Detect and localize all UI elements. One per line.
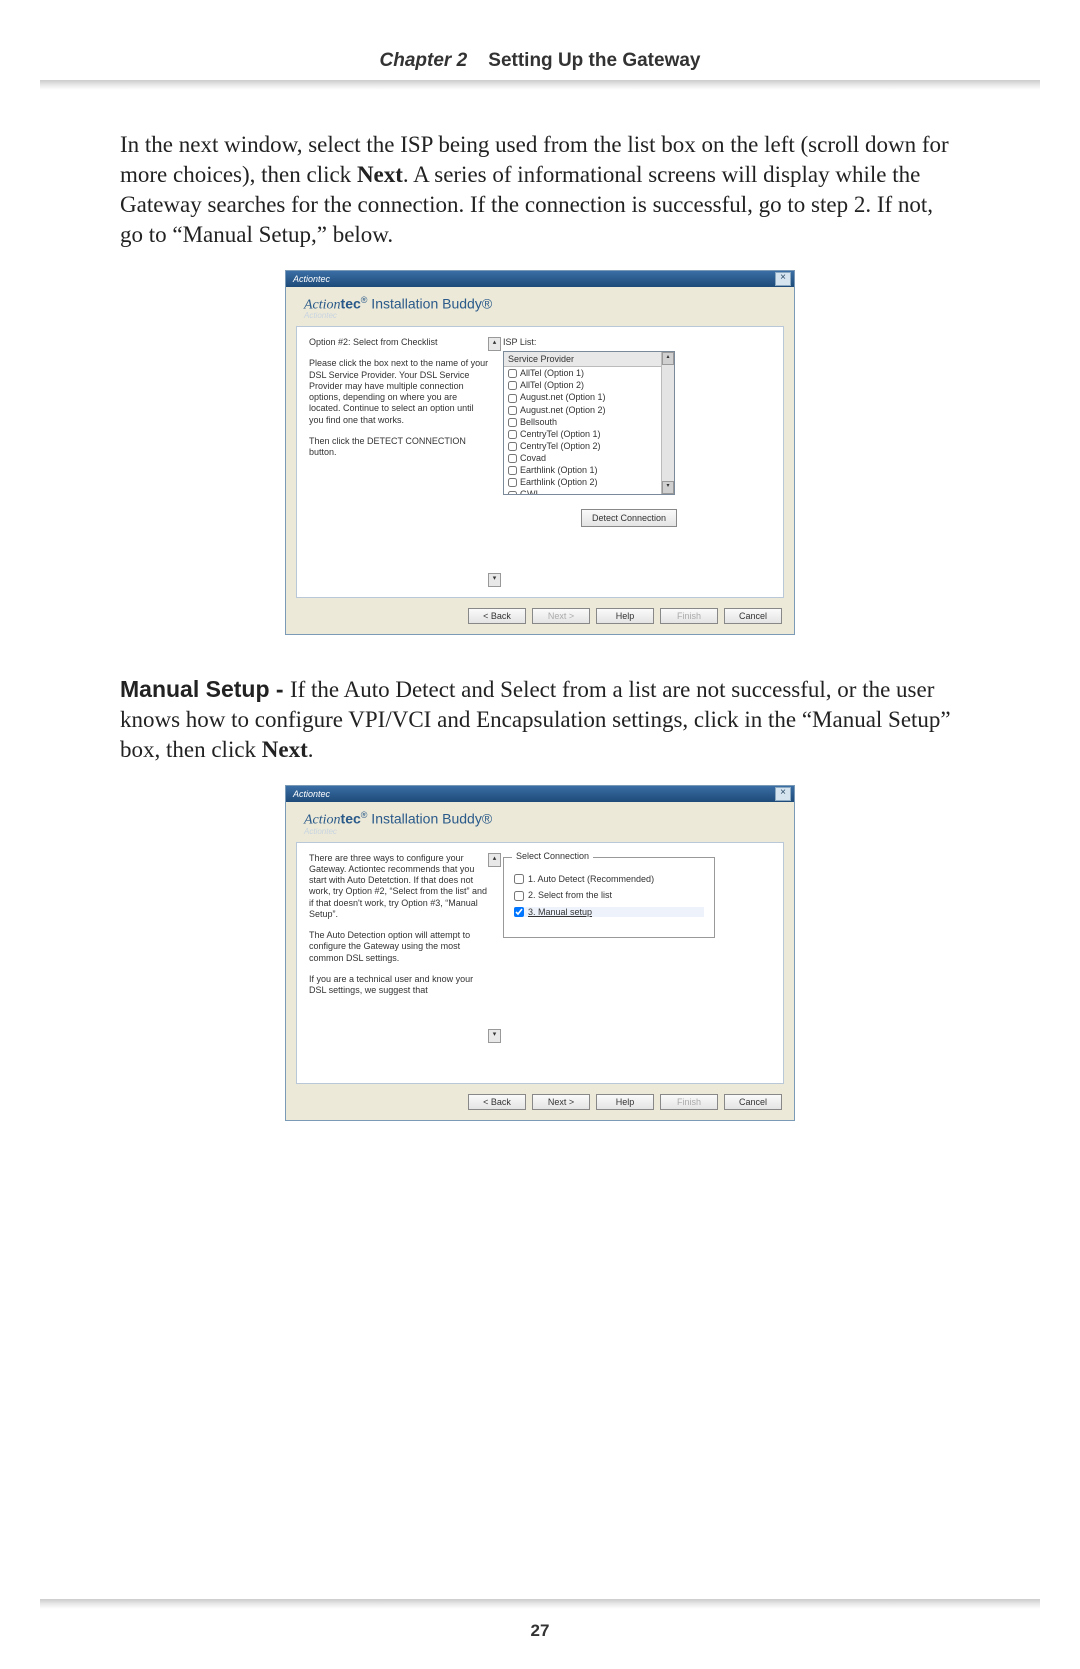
isp-checkbox[interactable] [508, 394, 517, 403]
finish-button[interactable]: Finish [660, 1094, 718, 1110]
text-next: Next [262, 737, 308, 762]
fieldset-legend: Select Connection [512, 851, 593, 861]
page: Chapter 2 Setting Up the Gateway In the … [0, 0, 1080, 1669]
scroll-up-icon[interactable]: ▴ [662, 352, 674, 365]
option-select-list[interactable]: 2. Select from the list [514, 890, 704, 901]
help-button[interactable]: Help [596, 608, 654, 624]
cancel-button[interactable]: Cancel [724, 1094, 782, 1110]
isp-listbox[interactable]: Service Provider AllTel (Option 1) AllTe… [503, 351, 675, 495]
option-manual-setup[interactable]: 3. Manual setup [514, 907, 704, 918]
header-rule [40, 80, 1040, 90]
scroll-up-icon[interactable]: ▴ [488, 853, 501, 867]
titlebar: Actiontec × [286, 786, 794, 802]
next-button[interactable]: Next > [532, 1094, 590, 1110]
scroll-down-icon[interactable]: ▾ [662, 481, 674, 494]
isp-panel: ISP List: Service Provider AllTel (Optio… [503, 337, 771, 587]
option-checkbox[interactable] [514, 891, 524, 901]
page-number: 27 [0, 1621, 1080, 1641]
brand-tec: tec [341, 295, 361, 311]
scroll-down-icon[interactable]: ▾ [488, 1029, 501, 1043]
brand-suffix: Installation Buddy® [367, 811, 492, 827]
isp-checkbox[interactable] [508, 430, 517, 439]
back-button[interactable]: < Back [468, 1094, 526, 1110]
list-header: Service Provider [504, 352, 674, 367]
isp-checkbox[interactable] [508, 369, 517, 378]
isp-checkbox[interactable] [508, 406, 517, 415]
titlebar-label: Actiontec [289, 274, 330, 284]
finish-button[interactable]: Finish [660, 608, 718, 624]
cancel-button[interactable]: Cancel [724, 608, 782, 624]
screenshot-2: Actiontec × Actiontec® Installation Budd… [285, 785, 795, 1121]
screenshot-1: Actiontec × Actiontec® Installation Budd… [285, 270, 795, 636]
chapter-header: Chapter 2 Setting Up the Gateway [0, 0, 1080, 72]
isp-checkbox[interactable] [508, 491, 517, 496]
option-checkbox[interactable] [514, 907, 524, 917]
list-item: August.net (Option 1) [504, 391, 674, 403]
chapter-label: Chapter 2 [380, 50, 468, 71]
text: VPI [348, 707, 385, 732]
manual-setup-label: Manual Setup - [120, 676, 290, 702]
brand-action: Action [304, 813, 341, 828]
isp-checkbox[interactable] [508, 466, 517, 475]
paragraph-1: In the next window, select the ISP being… [120, 130, 960, 250]
option-auto-detect[interactable]: 1. Auto Detect (Recommended) [514, 874, 704, 885]
installer-window: Actiontec × Actiontec® Installation Budd… [285, 270, 795, 636]
list-item: Bellsouth [504, 416, 674, 428]
button-row: < Back Next > Help Finish Cancel [286, 1094, 794, 1120]
list-item: GWI [504, 488, 674, 495]
instruction-text: Then click the DETECT CONNECTION button. [309, 436, 489, 459]
list-item: Earthlink (Option 2) [504, 476, 674, 488]
footer-rule [40, 1599, 1040, 1609]
close-icon[interactable]: × [775, 787, 791, 801]
titlebar-label: Actiontec [289, 789, 330, 799]
help-button[interactable]: Help [596, 1094, 654, 1110]
isp-list-label: ISP List: [503, 337, 771, 347]
next-button[interactable]: Next > [532, 608, 590, 624]
list-item: AllTel (Option 2) [504, 379, 674, 391]
instruction-text: There are three ways to configure your G… [309, 853, 489, 921]
isp-checkbox[interactable] [508, 454, 517, 463]
list-item: Earthlink (Option 1) [504, 464, 674, 476]
content-area: ▴ There are three ways to configure your… [296, 842, 784, 1084]
list-item: AllTel (Option 1) [504, 367, 674, 379]
instruction-text: Please click the box next to the name of… [309, 358, 489, 426]
brand-tec: tec [341, 811, 361, 827]
brand-suffix: Installation Buddy® [367, 295, 492, 311]
text-next: Next [357, 162, 403, 187]
detect-connection-button[interactable]: Detect Connection [581, 509, 677, 527]
content-area: ▴ Option #2: Select from Checklist Pleas… [296, 326, 784, 598]
paragraph-2: Manual Setup - If the Auto Detect and Se… [120, 675, 960, 765]
isp-checkbox[interactable] [508, 381, 517, 390]
option-heading: Option #2: Select from Checklist [309, 337, 489, 348]
instruction-text: If you are a technical user and know you… [309, 974, 489, 997]
instructions-panel: ▴ There are three ways to configure your… [309, 853, 489, 1043]
close-icon[interactable]: × [775, 272, 791, 286]
isp-checkbox[interactable] [508, 418, 517, 427]
option-checkbox[interactable] [514, 874, 524, 884]
select-connection-fieldset: Select Connection 1. Auto Detect (Recomm… [503, 857, 715, 939]
button-row: < Back Next > Help Finish Cancel [286, 608, 794, 634]
brand-action: Action [304, 297, 341, 312]
installer-window: Actiontec × Actiontec® Installation Budd… [285, 785, 795, 1121]
instruction-text: The Auto Detection option will attempt t… [309, 930, 489, 964]
back-button[interactable]: < Back [468, 608, 526, 624]
text: . [308, 737, 314, 762]
titlebar: Actiontec × [286, 271, 794, 287]
list-item: CentryTel (Option 1) [504, 428, 674, 440]
list-item: CentryTel (Option 2) [504, 440, 674, 452]
isp-checkbox[interactable] [508, 478, 517, 487]
list-item: Covad [504, 452, 674, 464]
scrollbar[interactable]: ▴ ▾ [661, 352, 674, 494]
text-isp: ISP [400, 132, 432, 157]
isp-checkbox[interactable] [508, 442, 517, 451]
scroll-down-icon[interactable]: ▾ [488, 573, 501, 587]
text: In the next window, select the [120, 132, 400, 157]
text: VCI [392, 707, 432, 732]
select-connection-panel: Select Connection 1. Auto Detect (Recomm… [503, 853, 771, 1073]
instructions-panel: ▴ Option #2: Select from Checklist Pleas… [309, 337, 489, 587]
scroll-up-icon[interactable]: ▴ [488, 337, 501, 351]
list-item: August.net (Option 2) [504, 404, 674, 416]
chapter-title: Setting Up the Gateway [488, 50, 700, 71]
